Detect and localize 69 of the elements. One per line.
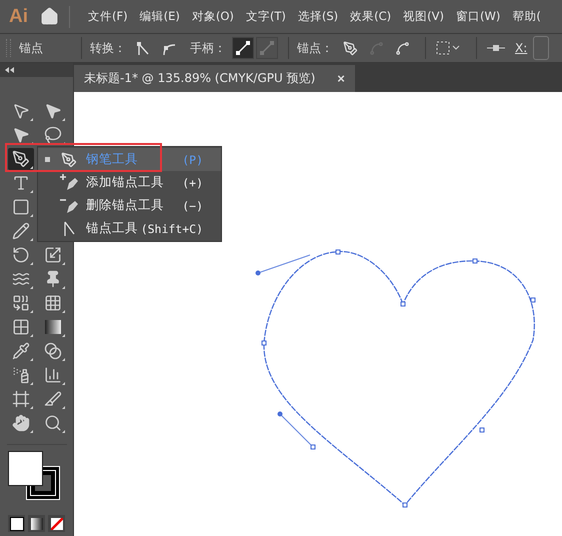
flyout-item[interactable]: 锚点工具 (Shift+C) bbox=[38, 217, 221, 240]
rotate-icon bbox=[12, 246, 30, 264]
zoom-icon bbox=[44, 414, 62, 432]
delete-anchor-icon bbox=[59, 196, 79, 214]
graph-icon bbox=[44, 366, 62, 384]
lasso-icon bbox=[44, 126, 62, 144]
add-anchor-icon bbox=[59, 174, 79, 192]
menu-item[interactable]: 效果(C) bbox=[350, 9, 392, 24]
eyedropper-icon bbox=[12, 342, 30, 360]
fill-swatch[interactable] bbox=[8, 451, 42, 486]
gradient-mode-button[interactable] bbox=[28, 515, 45, 532]
flyout-item[interactable]: 添加锚点工具 (+) bbox=[38, 171, 221, 194]
align-icon[interactable] bbox=[487, 43, 505, 53]
flyout-item[interactable]: 删除锚点工具 (−) bbox=[38, 194, 221, 217]
document-title: 未标题-1* @ 135.89% (CMYK/GPU 预览) bbox=[84, 70, 316, 87]
tool-button[interactable] bbox=[8, 148, 34, 170]
perspective-icon bbox=[44, 294, 62, 312]
knife-icon bbox=[44, 390, 62, 408]
menu-item[interactable]: 对象(O) bbox=[192, 9, 234, 24]
gradient-icon bbox=[44, 319, 62, 335]
home-icon[interactable] bbox=[40, 7, 59, 26]
rectangle-icon bbox=[12, 198, 30, 216]
color-mode-button[interactable] bbox=[8, 515, 25, 532]
shortcut-key: (Shift+C) bbox=[140, 222, 203, 236]
menu-item[interactable]: 文字(T) bbox=[246, 9, 286, 24]
scale-icon bbox=[44, 246, 62, 264]
shortcut-key: (−) bbox=[182, 198, 203, 212]
pen-icon[interactable] bbox=[342, 40, 358, 56]
app-logo: Ai bbox=[9, 6, 28, 28]
anchor-point-icon bbox=[62, 220, 76, 236]
hand-icon bbox=[12, 414, 30, 432]
select-icon bbox=[12, 102, 30, 120]
handles-label: 手柄： bbox=[190, 40, 226, 56]
bullet-icon bbox=[45, 157, 50, 162]
spline-icon bbox=[368, 40, 384, 56]
anchors-label: 锚点： bbox=[297, 40, 333, 56]
handle-toggle[interactable] bbox=[232, 37, 254, 59]
menu-item[interactable]: 文件(F) bbox=[88, 9, 128, 24]
convert-label: 转换： bbox=[90, 40, 126, 56]
menu-item[interactable]: 编辑(E) bbox=[140, 9, 180, 24]
tool-name: 添加锚点工具 bbox=[86, 174, 165, 191]
tool-name: 锚点工具 bbox=[86, 220, 139, 237]
menu-item[interactable]: 视图(V) bbox=[403, 9, 444, 24]
stroke-swatch[interactable] bbox=[26, 467, 58, 499]
artboard-icon bbox=[12, 390, 30, 408]
collapse-icon[interactable] bbox=[5, 67, 14, 73]
shortcut-key: (P) bbox=[182, 152, 203, 166]
pen-icon bbox=[61, 152, 77, 168]
blend-icon bbox=[44, 342, 62, 360]
document-tab[interactable]: 未标题-1* @ 135.89% (CMYK/GPU 预览) × bbox=[74, 65, 355, 92]
pen-icon bbox=[12, 150, 30, 168]
menu-item[interactable]: 窗口(W) bbox=[456, 9, 500, 24]
sprayer-icon bbox=[12, 366, 30, 384]
menu-item[interactable]: 帮助( bbox=[512, 9, 541, 24]
direct-select-icon bbox=[44, 102, 62, 120]
tool-name: 删除锚点工具 bbox=[86, 197, 165, 214]
none-mode-button[interactable] bbox=[48, 515, 65, 532]
corner-point-icon[interactable] bbox=[135, 40, 151, 56]
x-label: X: bbox=[515, 41, 528, 55]
mesh-icon bbox=[12, 318, 30, 336]
type-icon bbox=[12, 174, 30, 192]
shaper-icon bbox=[12, 222, 30, 240]
handle-toggle[interactable] bbox=[256, 37, 278, 59]
menu-item[interactable]: 选择(S) bbox=[298, 9, 338, 24]
close-button[interactable]: × bbox=[337, 71, 345, 86]
warp-icon bbox=[12, 270, 30, 288]
selection-label: 锚点 bbox=[19, 40, 43, 56]
tool-name: 钢笔工具 bbox=[86, 151, 139, 168]
shortcut-key: (+) bbox=[182, 176, 203, 190]
